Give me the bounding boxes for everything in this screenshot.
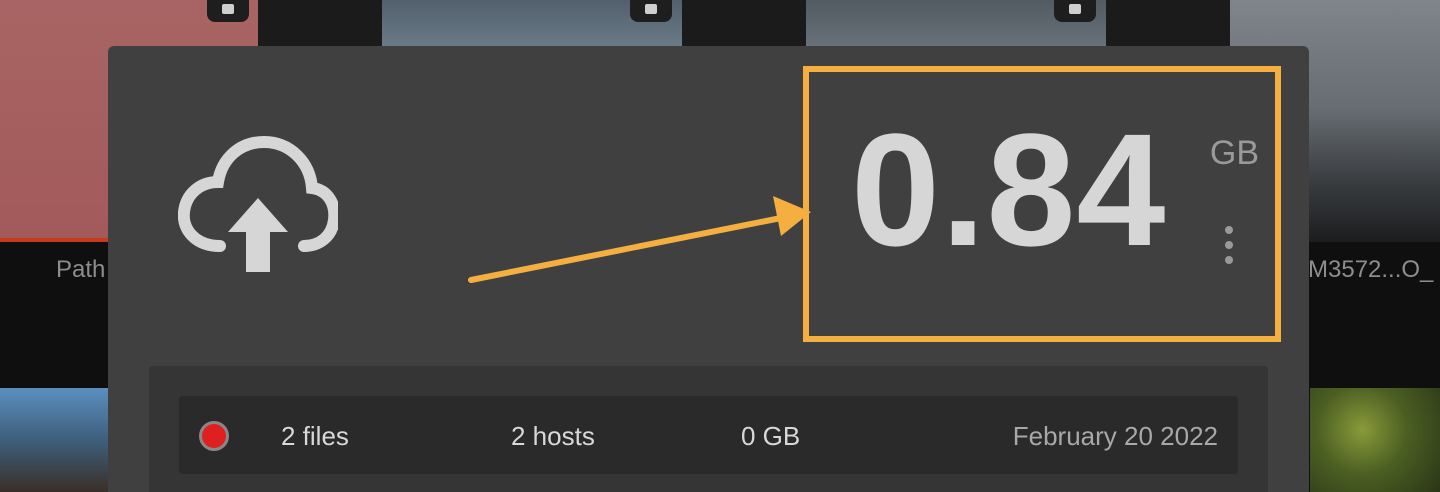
camera-icon: [207, 0, 249, 22]
upload-details: 2 files 2 hosts 0 GB February 20 2022: [149, 366, 1268, 492]
size-stat-highlight: 0.84 GB: [803, 66, 1281, 342]
status-indicator: [199, 421, 229, 451]
annotation-arrow: [468, 196, 811, 283]
photo-thumbnail[interactable]: [1310, 388, 1440, 492]
upload-summary-row[interactable]: 2 files 2 hosts 0 GB February 20 2022: [179, 396, 1238, 474]
camera-icon: [630, 0, 672, 22]
upload-stats-panel: 0.84 GB 2 files 2 hosts 0 GB February 20…: [108, 46, 1309, 492]
uploaded-size: 0 GB: [741, 421, 801, 451]
host-count: 2 hosts: [511, 421, 595, 451]
photo-caption: Path: [56, 256, 106, 283]
file-count: 2 files: [281, 421, 349, 451]
upload-date: February 20 2022: [1012, 421, 1218, 451]
camera-icon: [1054, 0, 1096, 22]
photo-thumbnail[interactable]: [682, 0, 806, 48]
photo-thumbnail[interactable]: [0, 388, 110, 492]
cloud-upload-icon: [178, 136, 338, 272]
total-size-unit: GB: [1209, 134, 1259, 172]
photo-thumbnail[interactable]: [258, 0, 382, 48]
photo-caption: M3572...O_: [1308, 256, 1434, 283]
total-size-value: 0.84: [851, 100, 1167, 279]
photo-thumbnail[interactable]: [1106, 0, 1230, 48]
more-vertical-icon[interactable]: [1217, 226, 1241, 276]
